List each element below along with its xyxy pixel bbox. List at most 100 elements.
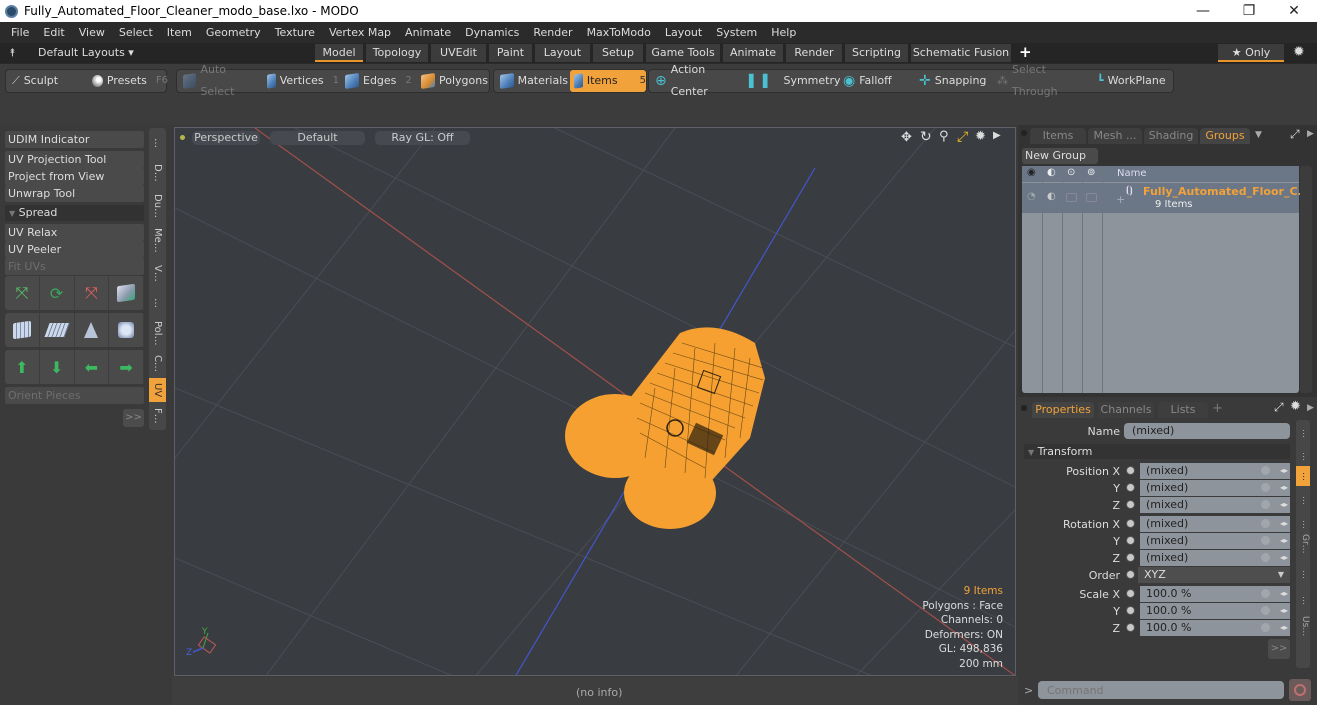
animate-channel-dot-icon[interactable] xyxy=(1126,589,1135,598)
menu-item[interactable]: Item xyxy=(160,26,199,39)
tab-lists[interactable]: Lists xyxy=(1158,402,1208,418)
tab-schematic-fusion[interactable]: Schematic Fusion xyxy=(911,44,1011,62)
group-visibility-icon[interactable]: ◔ xyxy=(1027,191,1036,202)
floor-cleaner-mesh[interactable] xyxy=(565,327,765,529)
animate-channel-dot-icon[interactable] xyxy=(1126,519,1135,528)
orient-pieces-button[interactable]: Orient Pieces xyxy=(5,387,144,404)
keyframe-icon[interactable] xyxy=(1261,466,1270,475)
vertices-button[interactable]: Vertices 1 xyxy=(263,70,339,92)
drag-value-icon[interactable]: ◂▸ xyxy=(1280,480,1288,496)
group-lock-checkbox[interactable] xyxy=(1066,193,1077,202)
udim-indicator-button[interactable]: UDIM Indicator xyxy=(5,131,144,148)
side-tab-7[interactable]: … xyxy=(1296,590,1310,610)
select-column-icon[interactable]: ⊚ xyxy=(1087,167,1095,178)
items-button[interactable]: Items 5 xyxy=(570,70,646,92)
menu-edit[interactable]: Edit xyxy=(36,26,71,39)
menu-animate[interactable]: Animate xyxy=(398,26,458,39)
vtab-4[interactable]: V… xyxy=(149,258,166,288)
minimize-button[interactable]: — xyxy=(1180,0,1226,22)
vtab-7[interactable]: C… xyxy=(149,350,166,376)
tab-scripting[interactable]: Scripting xyxy=(845,44,908,62)
3d-viewport[interactable]: Y Z Perspective Default Ray GL: Off ✥ ↻ … xyxy=(174,127,1016,676)
tab-model[interactable]: Model xyxy=(315,44,363,62)
vtab-9[interactable]: F… xyxy=(149,404,166,428)
uv-perspective-icon[interactable] xyxy=(75,313,110,347)
keyframe-icon[interactable] xyxy=(1261,536,1270,545)
menu-texture[interactable]: Texture xyxy=(268,26,322,39)
align-down-icon[interactable]: ⬇ xyxy=(40,350,75,384)
auto-select-button[interactable]: Auto Select xyxy=(179,63,261,98)
pan-icon[interactable]: ✥ xyxy=(901,130,912,145)
expand-props-icon[interactable]: ⤢ xyxy=(1274,400,1284,415)
property-value-field[interactable]: 100.0 % ◂▸ xyxy=(1140,620,1290,636)
settings-gear-icon[interactable]: ✹ xyxy=(1293,44,1305,60)
keyframe-icon[interactable] xyxy=(1261,483,1270,492)
lock-column-icon[interactable]: ⊙ xyxy=(1067,167,1075,178)
tab-shading[interactable]: Shading xyxy=(1144,128,1198,144)
snapping-button[interactable]: ✛ Snapping xyxy=(915,70,991,92)
keyframe-icon[interactable] xyxy=(1261,553,1270,562)
side-tab-3[interactable]: … xyxy=(1296,490,1310,510)
uv-move-tool-icon[interactable]: ⤧ xyxy=(5,276,40,310)
view-type-button[interactable]: Perspective xyxy=(192,131,260,145)
maximize-viewport-icon[interactable]: ⤢ xyxy=(957,129,968,145)
animate-channel-dot-icon[interactable] xyxy=(1126,500,1135,509)
menu-file[interactable]: File xyxy=(4,26,36,39)
fit-uvs-button[interactable]: Fit UVs xyxy=(5,258,144,275)
tab-render[interactable]: Render xyxy=(786,44,842,62)
shading-style-button[interactable]: Default xyxy=(270,131,365,145)
property-value-field[interactable]: 100.0 % ◂▸ xyxy=(1140,586,1290,602)
align-up-icon[interactable]: ⬆ xyxy=(5,350,40,384)
animate-channel-dot-icon[interactable] xyxy=(1126,570,1135,579)
groups-scrollbar[interactable] xyxy=(1300,166,1312,393)
zoom-view-icon[interactable]: ⚲ xyxy=(939,129,949,144)
animate-channel-dot-icon[interactable] xyxy=(1126,466,1135,475)
group-select-checkbox[interactable] xyxy=(1086,193,1097,202)
more-properties-button[interactable]: >> xyxy=(1268,639,1290,659)
group-render-icon[interactable]: ◐ xyxy=(1047,191,1056,202)
tab-setup[interactable]: Setup xyxy=(593,44,643,62)
vtab-6[interactable]: Pol… xyxy=(149,318,166,348)
tabs-dropdown-icon[interactable]: ▼ xyxy=(1255,130,1262,140)
layout-pin-icon[interactable]: ⯭ xyxy=(9,46,16,60)
keyframe-icon[interactable] xyxy=(1261,500,1270,509)
viewport-settings-gear-icon[interactable]: ✹ xyxy=(975,129,986,144)
expand-panel-icon[interactable]: ⤢ xyxy=(1290,127,1300,142)
uv-relax-button[interactable]: UV Relax xyxy=(5,224,144,241)
name-column-header[interactable]: Name xyxy=(1117,168,1147,179)
uv-cylinder-icon[interactable] xyxy=(5,313,40,347)
rotate-view-icon[interactable]: ↻ xyxy=(920,129,932,145)
tab-uvedit[interactable]: UVEdit xyxy=(431,44,486,62)
more-tools-button[interactable]: >> xyxy=(123,409,144,427)
maximize-button[interactable]: ❐ xyxy=(1226,0,1272,22)
align-left-icon[interactable]: ⬅ xyxy=(75,350,110,384)
animate-channel-dot-icon[interactable] xyxy=(1126,483,1135,492)
edges-button[interactable]: Edges 2 xyxy=(341,70,415,92)
uv-scale-tool-icon[interactable]: ⤧ xyxy=(75,276,110,310)
unwrap-tool-button[interactable]: Unwrap Tool xyxy=(5,185,144,202)
sculpt-button[interactable]: ⟋ Sculpt xyxy=(8,70,86,92)
side-tab-gr[interactable]: Gr… xyxy=(1296,530,1310,558)
vtab-3[interactable]: Me… xyxy=(149,224,166,256)
props-gear-icon[interactable]: ✹ xyxy=(1290,399,1301,414)
panel-options-dot-icon[interactable] xyxy=(1021,130,1027,136)
panel-menu-arrow-icon[interactable]: ▶ xyxy=(1307,129,1314,139)
group-row[interactable]: ◔ ◐ + ⦗⦘ Fully_Automated_Floor_C... 9 It… xyxy=(1022,183,1310,213)
symmetry-button[interactable]: ▌▐ Symmetry xyxy=(745,70,841,92)
presets-button[interactable]: Presets F6 xyxy=(88,70,168,92)
falloff-button[interactable]: ◉ Falloff xyxy=(839,70,913,92)
only-toggle[interactable]: ★ Only xyxy=(1218,44,1284,62)
drag-value-icon[interactable]: ◂▸ xyxy=(1280,586,1288,602)
drag-value-icon[interactable]: ◂▸ xyxy=(1280,533,1288,549)
tab-channels[interactable]: Channels xyxy=(1098,402,1154,418)
vtab-2[interactable]: Du… xyxy=(149,190,166,222)
menu-view[interactable]: View xyxy=(72,26,112,39)
animate-channel-dot-icon[interactable] xyxy=(1126,536,1135,545)
drag-value-icon[interactable]: ◂▸ xyxy=(1280,603,1288,619)
animate-channel-dot-icon[interactable] xyxy=(1126,606,1135,615)
animate-channel-dot-icon[interactable] xyxy=(1126,553,1135,562)
tab-topology[interactable]: Topology xyxy=(366,44,428,62)
property-value-field[interactable]: 100.0 % ◂▸ xyxy=(1140,603,1290,619)
materials-button[interactable]: Materials xyxy=(496,70,568,92)
viewport-options-dot-icon[interactable] xyxy=(180,135,185,140)
